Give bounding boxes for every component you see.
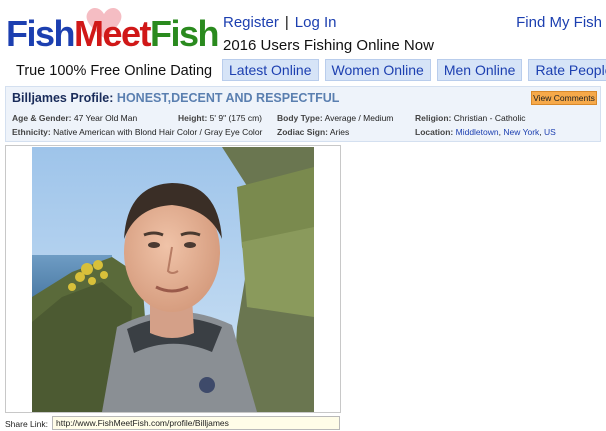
- zodiac-field: Zodiac Sign: Aries: [277, 127, 349, 137]
- tab-rate-people[interactable]: Rate People: [528, 59, 606, 81]
- location-country-link[interactable]: US: [544, 127, 556, 137]
- users-online-count: 2016 Users Fishing Online Now: [223, 37, 434, 54]
- profile-title: Billjames Profile: HONEST,DECENT AND RES…: [12, 91, 339, 105]
- ethnicity-value: Native American with Blond Hair Color / …: [53, 127, 263, 137]
- ethnicity-field: Ethnicity: Native American with Blond Ha…: [12, 127, 262, 137]
- tagline: True 100% Free Online Dating: [16, 63, 213, 79]
- tab-women-online[interactable]: Women Online: [324, 59, 431, 81]
- body-type-value: Average / Medium: [324, 113, 394, 123]
- site-logo[interactable]: FishMeetFish True 100% Free Online Datin…: [6, 6, 220, 79]
- nav-tabs: Latest Online Women Online Men Online Ra…: [222, 59, 606, 81]
- profile-photo[interactable]: [32, 147, 314, 412]
- profile-photo-frame: [5, 145, 341, 413]
- profile-username: Billjames Profile:: [12, 91, 114, 105]
- location-field: Location: Middletown, New York, US: [415, 127, 556, 137]
- age-gender-field: Age & Gender: 47 Year Old Man: [12, 113, 137, 123]
- tab-men-online[interactable]: Men Online: [436, 59, 523, 81]
- link-separator: |: [284, 14, 289, 31]
- height-field: Height: 5' 9" (175 cm): [178, 113, 262, 123]
- height-label: Height:: [178, 113, 208, 123]
- profile-photo-image: [32, 147, 314, 412]
- height-value: 5' 9" (175 cm): [209, 113, 263, 123]
- account-links: Register | Log In: [223, 14, 336, 31]
- share-link-input[interactable]: [52, 416, 340, 430]
- logo-wordmark: FishMeetFish: [6, 13, 220, 54]
- ethnicity-label: Ethnicity:: [12, 127, 51, 137]
- religion-field: Religion: Christian - Catholic: [415, 113, 526, 123]
- logo-part-fish: Fish: [6, 13, 76, 54]
- share-link-label: Share Link:: [5, 419, 48, 429]
- find-my-fish-link[interactable]: Find My Fish: [516, 14, 602, 31]
- location-state-link[interactable]: New York: [503, 127, 539, 137]
- location-separator: ,: [539, 127, 542, 137]
- body-type-label: Body Type:: [277, 113, 323, 123]
- body-type-field: Body Type: Average / Medium: [277, 113, 393, 123]
- religion-label: Religion:: [415, 113, 452, 123]
- logo-part-meet: Meet: [74, 13, 152, 54]
- profile-info-panel: Billjames Profile: HONEST,DECENT AND RES…: [5, 86, 601, 142]
- tab-latest-online[interactable]: Latest Online: [222, 59, 319, 81]
- zodiac-label: Zodiac Sign:: [277, 127, 328, 137]
- location-city-link[interactable]: Middletown: [456, 127, 499, 137]
- age-gender-value: 47 Year Old Man: [73, 113, 138, 123]
- login-link[interactable]: Log In: [295, 14, 337, 31]
- register-link[interactable]: Register: [223, 14, 279, 31]
- location-label: Location:: [415, 127, 454, 137]
- location-comma: ,: [498, 127, 501, 137]
- view-comments-button[interactable]: View Comments: [531, 91, 597, 105]
- logo-part-fish-2: Fish: [150, 13, 220, 54]
- religion-value: Christian - Catholic: [453, 113, 526, 123]
- age-gender-label: Age & Gender:: [12, 113, 72, 123]
- zodiac-value: Aries: [329, 127, 350, 137]
- profile-headline: HONEST,DECENT AND RESPECTFUL: [116, 91, 340, 105]
